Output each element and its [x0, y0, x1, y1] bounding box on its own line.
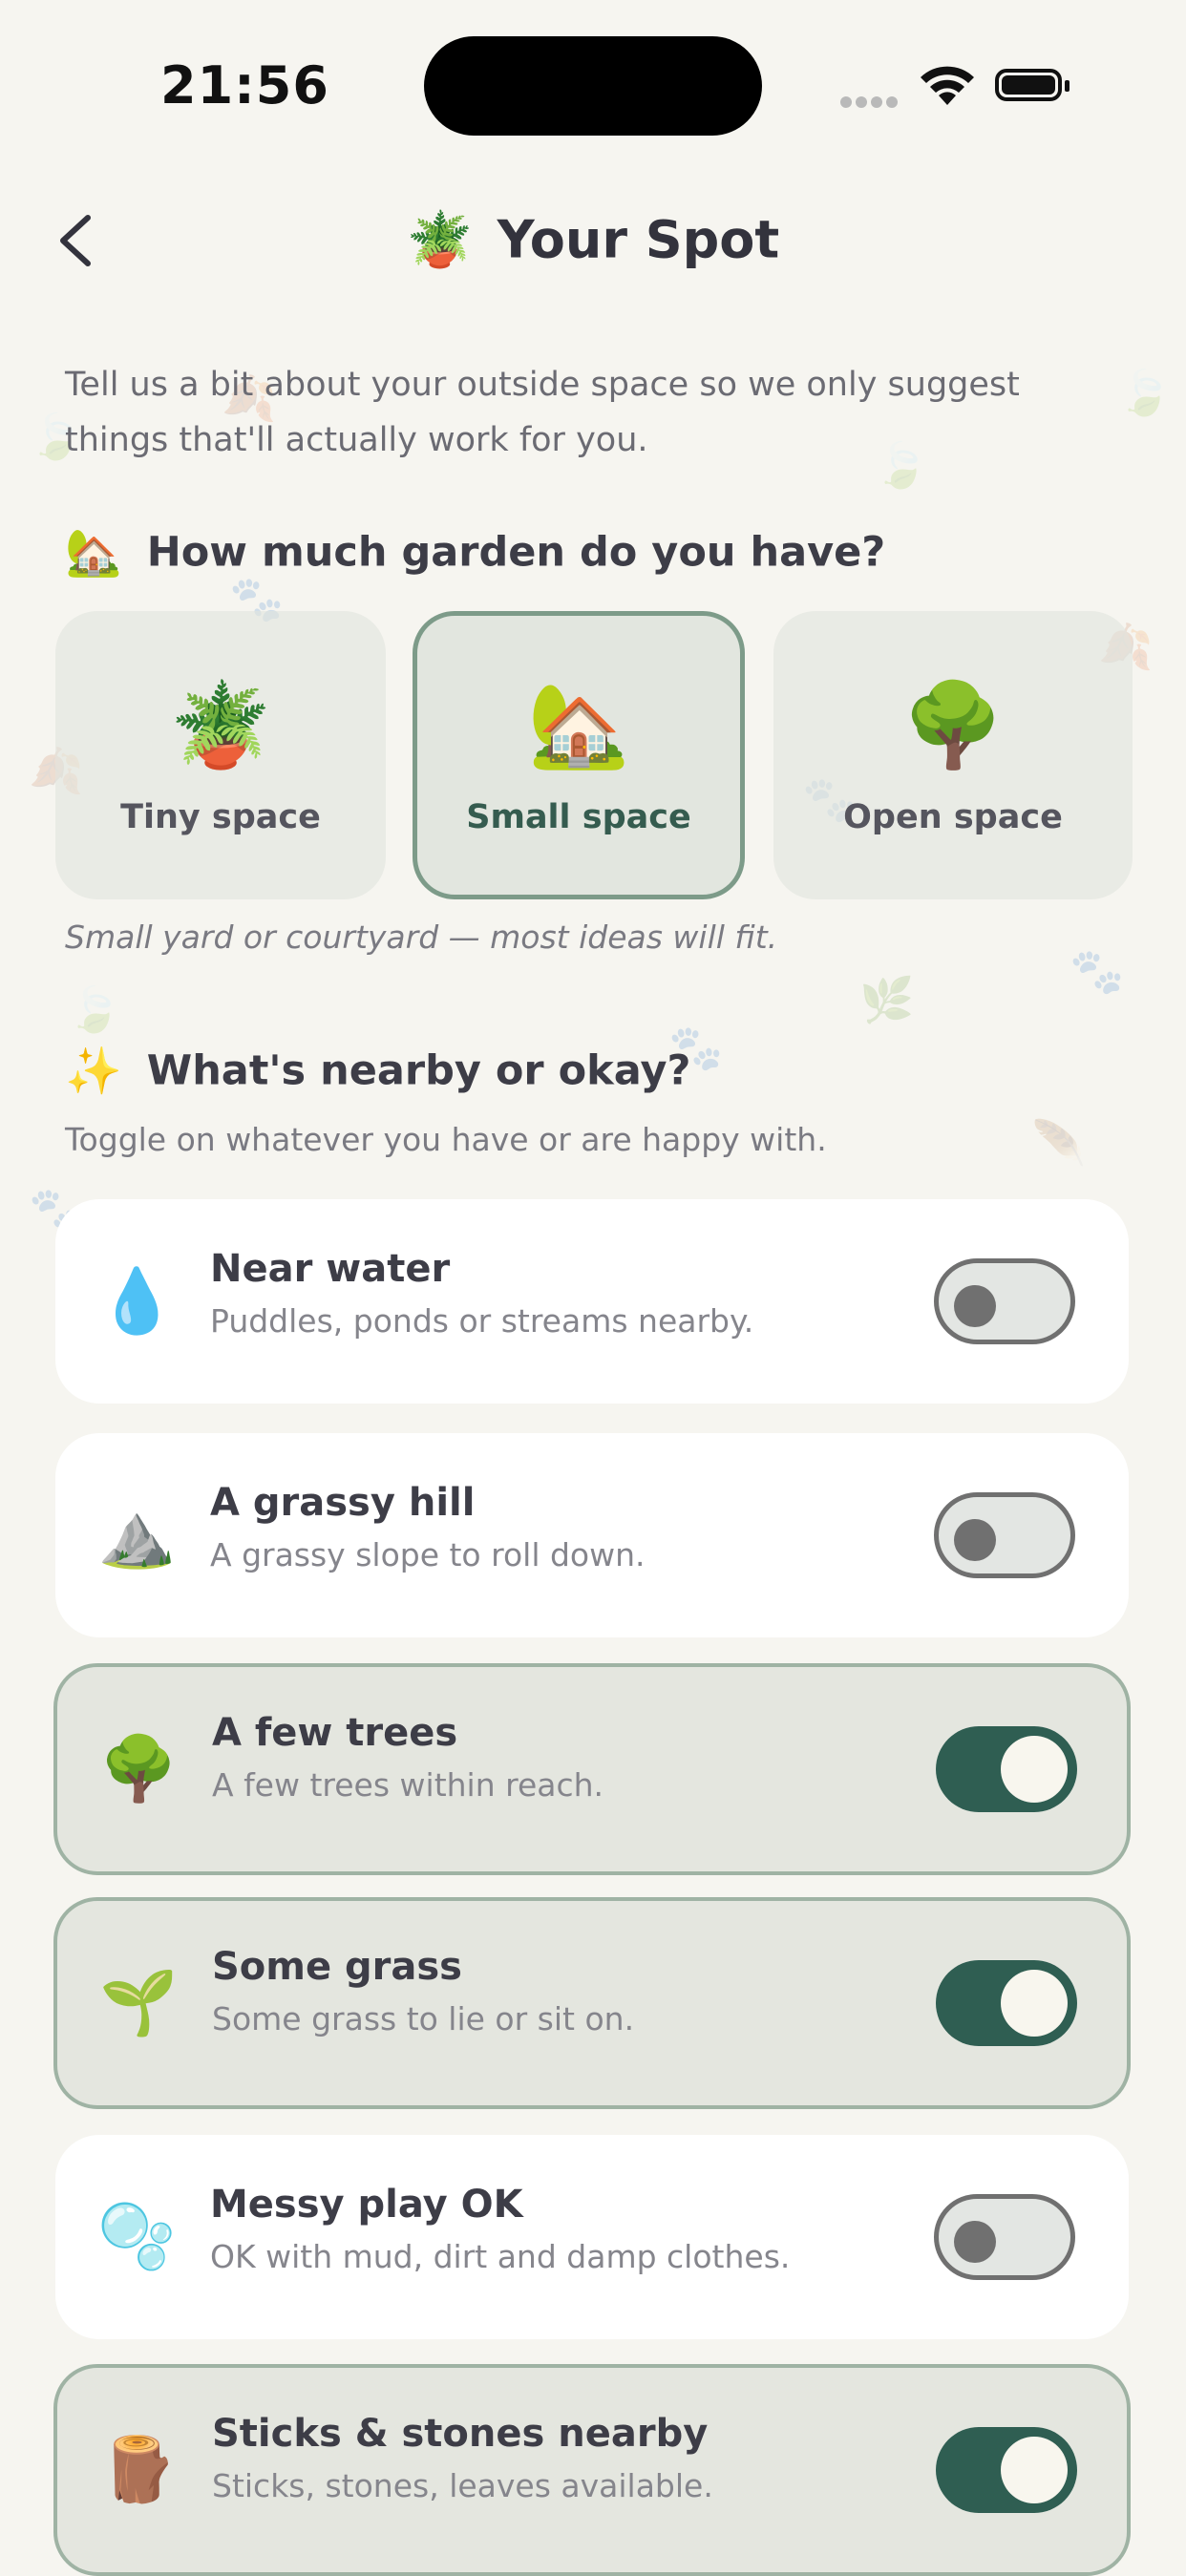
- tree-icon: 🌳: [901, 678, 1005, 773]
- toggle-knob: [954, 1285, 996, 1327]
- status-bar: 21:56: [0, 0, 1186, 172]
- toggle-row-sticks-stones[interactable]: 🪵 Sticks & stones nearby Sticks, stones,…: [53, 2364, 1131, 2576]
- status-time: 21:56: [160, 55, 329, 116]
- garden-size-heading: 🏡 How much garden do you have?: [65, 526, 886, 580]
- size-option-label: Small space: [466, 798, 691, 836]
- row-description: Some grass to lie or sit on.: [212, 2000, 635, 2038]
- potted-plant-icon: 🪴: [406, 209, 474, 271]
- page-header: 🪴 Your Spot: [0, 208, 1186, 271]
- tree-icon: 🌳: [99, 1732, 179, 1805]
- wood-log-icon: 🪵: [99, 2433, 179, 2506]
- house-garden-icon: 🏡: [527, 678, 630, 773]
- bubbles-icon: 🫧: [97, 2200, 177, 2273]
- row-description: Puddles, ponds or streams nearby.: [210, 1302, 754, 1340]
- row-title: Sticks & stones nearby: [212, 2412, 709, 2456]
- row-description: Sticks, stones, leaves available.: [212, 2467, 713, 2504]
- wifi-icon: [921, 66, 974, 105]
- nearby-heading: ✨ What's nearby or okay?: [65, 1045, 691, 1098]
- mountain-icon: ⛰️: [97, 1498, 177, 1572]
- page-title: Your Spot: [497, 209, 780, 270]
- dynamic-island: [424, 36, 762, 136]
- potted-plant-icon: 🪴: [169, 678, 272, 773]
- toggle-knob: [954, 1519, 996, 1561]
- near-water-toggle[interactable]: [934, 1258, 1075, 1344]
- sparkles-icon: ✨: [65, 1045, 122, 1098]
- toggle-row-near-water[interactable]: 💧 Near water Puddles, ponds or streams n…: [55, 1199, 1129, 1404]
- toggle-knob: [1001, 1970, 1068, 2037]
- water-drop-icon: 💧: [97, 1264, 177, 1338]
- size-hint: Small yard or courtyard — most ideas wil…: [65, 918, 778, 956]
- size-option-open[interactable]: 🌳 Open space: [773, 611, 1133, 899]
- intro-text: Tell us a bit about your outside space s…: [65, 366, 1020, 459]
- toggle-knob: [954, 2221, 996, 2263]
- signal-icon: [840, 94, 901, 112]
- nearby-subtext: Toggle on whatever you have or are happy…: [65, 1121, 827, 1158]
- size-option-label: Open space: [843, 798, 1063, 836]
- grassy-hill-toggle[interactable]: [934, 1492, 1075, 1578]
- row-description: A few trees within reach.: [212, 1766, 604, 1804]
- row-title: Messy play OK: [210, 2183, 523, 2227]
- toggle-row-messy-play[interactable]: 🫧 Messy play OK OK with mud, dirt and da…: [55, 2135, 1129, 2339]
- toggle-row-some-grass[interactable]: 🌱 Some grass Some grass to lie or sit on…: [53, 1897, 1131, 2109]
- toggle-knob: [1001, 2437, 1068, 2503]
- some-grass-toggle[interactable]: [936, 1960, 1077, 2046]
- battery-icon: [995, 69, 1070, 101]
- size-option-small[interactable]: 🏡 Small space: [413, 611, 745, 899]
- sticks-stones-toggle[interactable]: [936, 2427, 1077, 2513]
- toggle-row-grassy-hill[interactable]: ⛰️ A grassy hill A grassy slope to roll …: [55, 1433, 1129, 1637]
- messy-play-toggle[interactable]: [934, 2194, 1075, 2280]
- row-title: Near water: [210, 1247, 451, 1291]
- house-garden-icon: 🏡: [65, 526, 122, 580]
- row-title: Some grass: [212, 1945, 462, 1989]
- few-trees-toggle[interactable]: [936, 1726, 1077, 1812]
- seedling-icon: 🌱: [99, 1966, 179, 2039]
- row-title: A grassy hill: [210, 1481, 476, 1525]
- row-description: OK with mud, dirt and damp clothes.: [210, 2238, 791, 2275]
- toggle-row-few-trees[interactable]: 🌳 A few trees A few trees within reach.: [53, 1663, 1131, 1875]
- size-option-tiny[interactable]: 🪴 Tiny space: [55, 611, 386, 899]
- row-title: A few trees: [212, 1711, 458, 1755]
- row-description: A grassy slope to roll down.: [210, 1536, 646, 1573]
- toggle-knob: [1001, 1736, 1068, 1803]
- size-option-label: Tiny space: [120, 798, 321, 836]
